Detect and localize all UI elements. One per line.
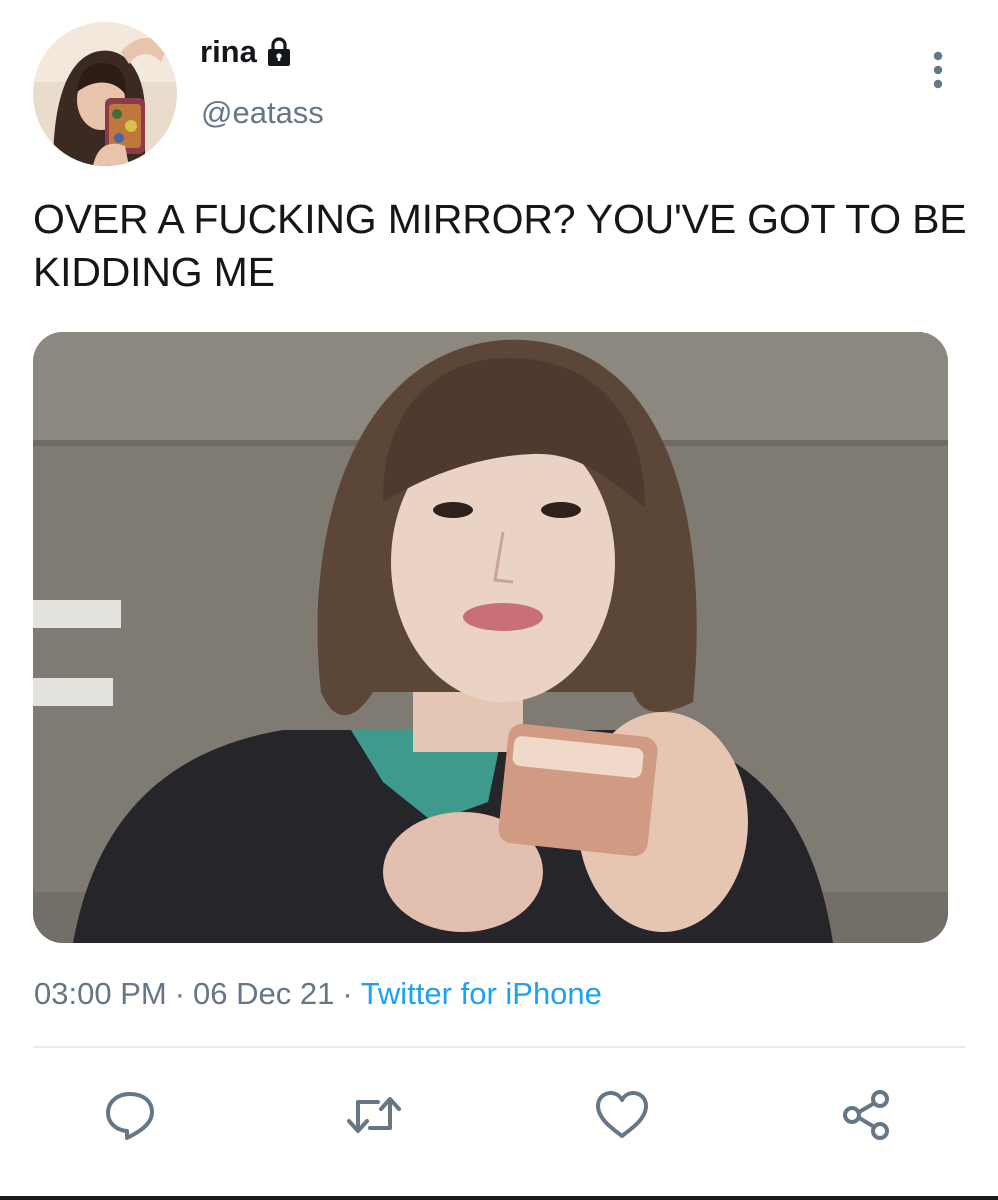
share-icon — [843, 1090, 889, 1140]
more-vertical-icon — [933, 51, 943, 89]
meta-separator: · — [342, 976, 353, 1011]
divider — [33, 1046, 965, 1048]
like-icon — [596, 1091, 648, 1138]
tweet-photo[interactable] — [33, 332, 948, 943]
attached-photo — [33, 332, 948, 943]
tweet-text: OVER A FUCKING MIRROR? YOU'VE GOT TO BE … — [33, 196, 967, 295]
tweet-date: 06 Dec 21 — [193, 976, 335, 1011]
tweet-source-link[interactable]: Twitter for iPhone — [361, 976, 602, 1011]
tweet-time: 03:00 PM — [34, 976, 167, 1011]
author-handle[interactable]: @eatass — [201, 97, 324, 128]
avatar[interactable] — [33, 22, 177, 166]
avatar-image — [33, 22, 177, 166]
more-options-button[interactable] — [920, 48, 956, 92]
lock-icon — [267, 36, 291, 67]
retweet-icon — [347, 1097, 401, 1133]
screen-bottom-edge — [0, 1196, 998, 1200]
tweet-meta: 03:00 PM · 06 Dec 21 · Twitter for iPhone — [34, 974, 602, 1014]
reply-icon — [106, 1092, 154, 1140]
reply-button[interactable] — [100, 1085, 160, 1145]
display-name: rina — [200, 34, 257, 69]
author-name[interactable]: rina — [200, 36, 291, 67]
like-button[interactable] — [592, 1085, 652, 1145]
share-button[interactable] — [836, 1085, 896, 1145]
retweet-button[interactable] — [344, 1085, 404, 1145]
meta-separator: · — [174, 976, 186, 1011]
